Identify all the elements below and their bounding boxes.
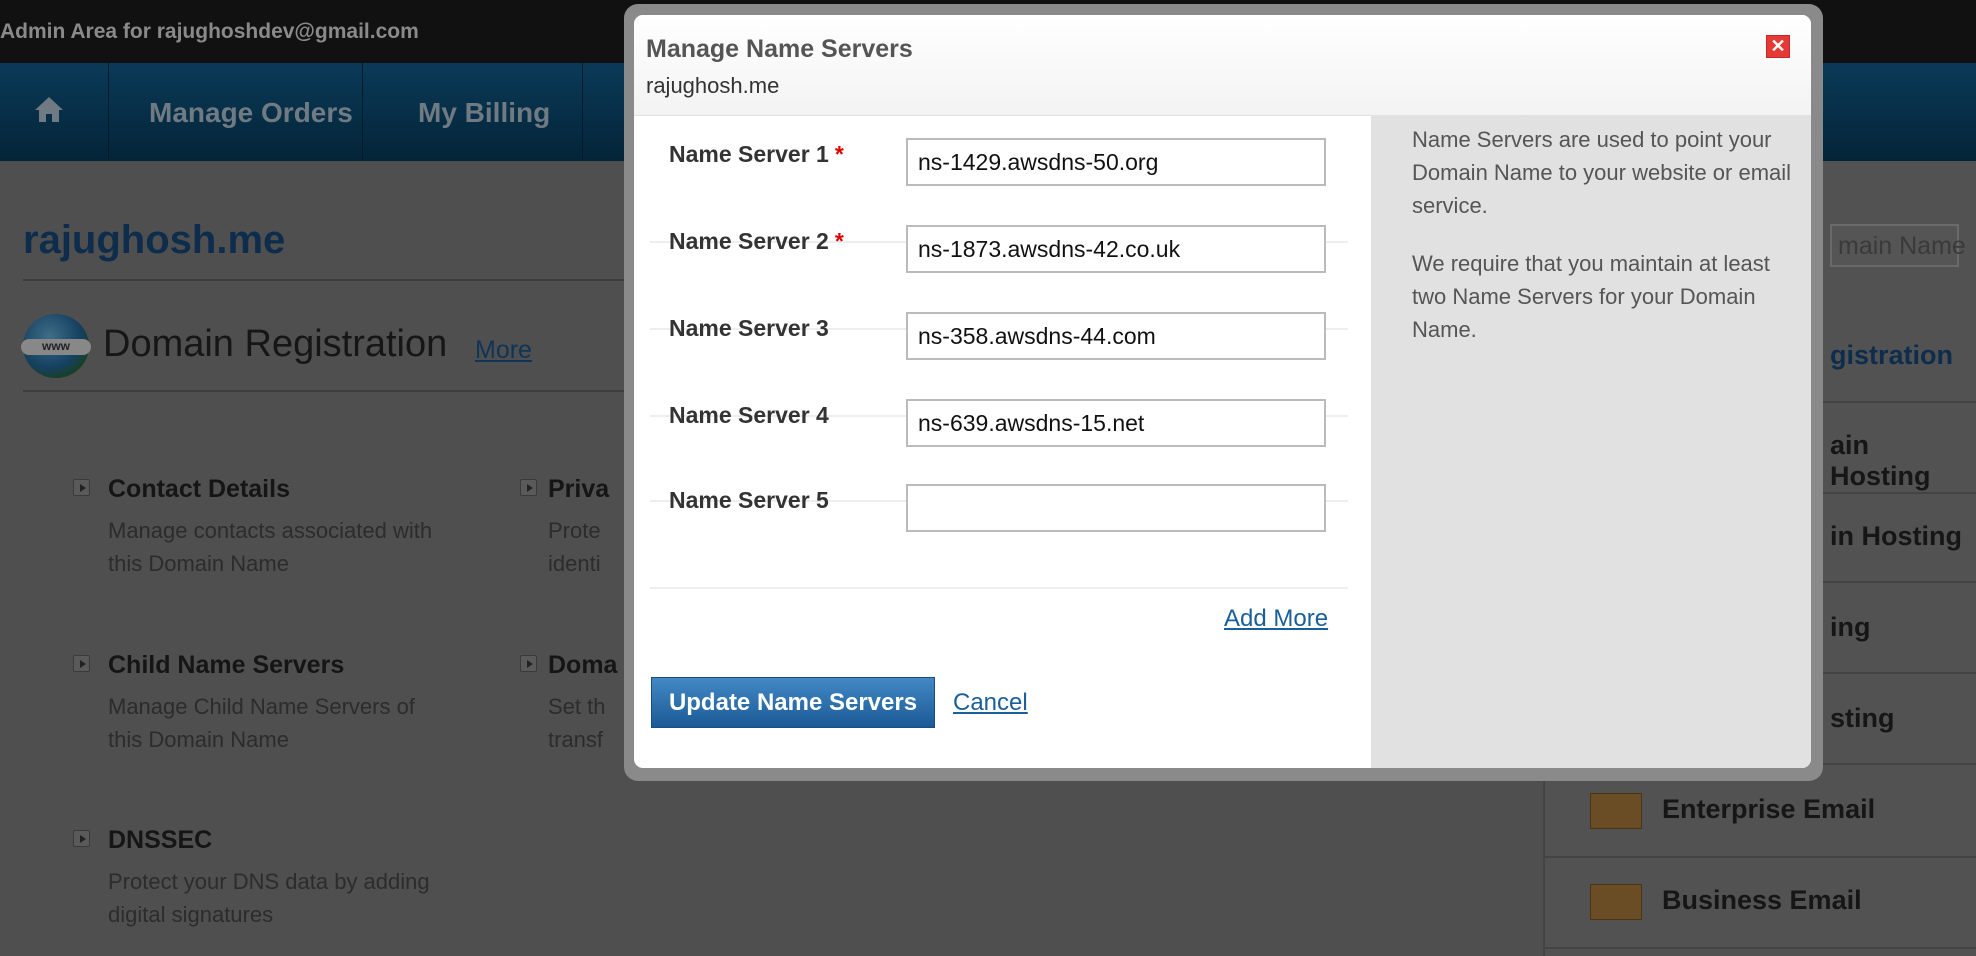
help-panel: Name Servers are used to point your Doma… [1371, 116, 1811, 768]
close-icon[interactable]: ✕ [1766, 35, 1790, 58]
home-icon[interactable] [34, 95, 64, 123]
sidebar-item-hosting-4[interactable]: sting [1830, 703, 1895, 734]
sidebar-item-registration[interactable]: gistration [1830, 340, 1953, 371]
business-email-icon [1590, 884, 1642, 920]
item-desc: this Domain Name [108, 551, 289, 576]
dialog-subtitle: rajughosh.me [646, 73, 780, 98]
item-desc: Protect your DNS data by adding [108, 869, 430, 894]
item-desc: Manage contacts associated with [108, 518, 433, 543]
name-server-2-input[interactable] [906, 225, 1326, 273]
enterprise-email-icon [1590, 793, 1642, 829]
nav-manage-orders[interactable]: Manage Orders [149, 97, 353, 129]
ns3-label: Name Server 3 [669, 315, 829, 341]
item-desc: transf [548, 727, 604, 752]
item-desc: Prote [548, 518, 601, 543]
nav-my-billing[interactable]: My Billing [418, 97, 550, 129]
item-desc: this Domain Name [108, 727, 289, 752]
item-desc: identi [548, 551, 601, 576]
arrow-icon [520, 479, 537, 496]
ns4-label: Name Server 4 [669, 402, 829, 428]
ns5-label: Name Server 5 [669, 487, 829, 513]
name-server-5-input[interactable] [906, 484, 1326, 532]
help-text-1: Name Servers are used to point your Doma… [1412, 127, 1792, 218]
help-text-2: We require that you maintain at least tw… [1412, 251, 1770, 342]
name-server-4-input[interactable] [906, 399, 1326, 447]
sidebar-item-hosting-2[interactable]: in Hosting [1830, 521, 1962, 552]
cancel-link[interactable]: Cancel [953, 689, 1028, 717]
dialog-header: Manage Name Servers rajughosh.me ✕ [634, 15, 1811, 116]
item-desc: digital signatures [108, 902, 274, 927]
name-server-1-input[interactable] [906, 138, 1326, 186]
domain-search-input[interactable]: main Name [1830, 224, 1966, 267]
section-title: Domain Registration [103, 323, 448, 365]
arrow-icon [73, 830, 90, 847]
arrow-icon [520, 655, 537, 672]
manage-name-servers-dialog: Manage Name Servers rajughosh.me ✕ Name … [634, 15, 1811, 768]
admin-area-label: Admin Area for rajughoshdev@gmail.com [0, 20, 419, 43]
item-desc: Set th [548, 694, 606, 719]
arrow-icon [73, 655, 90, 672]
arrow-icon [73, 479, 90, 496]
ns2-label: Name Server 2 * [669, 228, 844, 254]
sidebar-item-hosting-1[interactable]: ain Hosting [1830, 430, 1976, 492]
domain-item-link[interactable]: Doma [548, 651, 617, 680]
sidebar-item-enterprise-email[interactable]: Enterprise Email [1662, 794, 1875, 825]
ns1-label: Name Server 1 * [669, 141, 844, 167]
sidebar-item-business-email[interactable]: Business Email [1662, 885, 1862, 916]
name-server-3-input[interactable] [906, 312, 1326, 360]
globe-www-icon: www [21, 314, 91, 378]
dialog-title: Manage Name Servers [646, 35, 913, 63]
dnssec-link[interactable]: DNSSEC [108, 826, 212, 855]
item-desc: Manage Child Name Servers of [108, 694, 415, 719]
privacy-link[interactable]: Priva [548, 475, 609, 504]
add-more-link[interactable]: Add More [1224, 605, 1328, 633]
domain-title: rajughosh.me [23, 218, 286, 262]
update-name-servers-button[interactable]: Update Name Servers [651, 677, 935, 728]
contact-details-link[interactable]: Contact Details [108, 475, 290, 504]
sidebar-item-hosting-3[interactable]: ing [1830, 612, 1871, 643]
child-name-servers-link[interactable]: Child Name Servers [108, 651, 344, 680]
more-link[interactable]: More [475, 336, 532, 365]
